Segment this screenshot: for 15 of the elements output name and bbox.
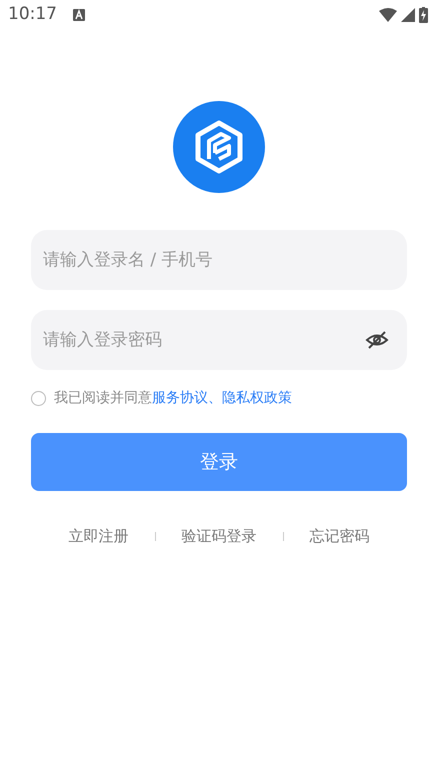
keyboard-notification-icon <box>73 9 85 21</box>
status-time: 10:17 <box>8 3 57 26</box>
agreement-text: 我已阅读并同意服务协议、隐私权政策 <box>54 389 292 408</box>
agreement-checkbox[interactable] <box>31 391 46 406</box>
login-button[interactable]: 登录 <box>31 433 407 491</box>
battery-icon <box>419 7 428 23</box>
signal-icon <box>401 8 415 22</box>
bottom-link[interactable]: 验证码登录 <box>182 525 256 548</box>
password-field[interactable]: 请输入登录密码 <box>31 310 407 370</box>
bottom-link[interactable]: 立即注册 <box>68 525 128 548</box>
eye-hidden-icon[interactable] <box>365 331 389 349</box>
bottom-link[interactable]: 忘记密码 <box>310 525 370 548</box>
username-field[interactable]: 请输入登录名 / 手机号 <box>31 230 407 290</box>
terms-link[interactable]: 服务协议、隐私权政策 <box>152 390 292 406</box>
wifi-icon <box>379 8 397 22</box>
